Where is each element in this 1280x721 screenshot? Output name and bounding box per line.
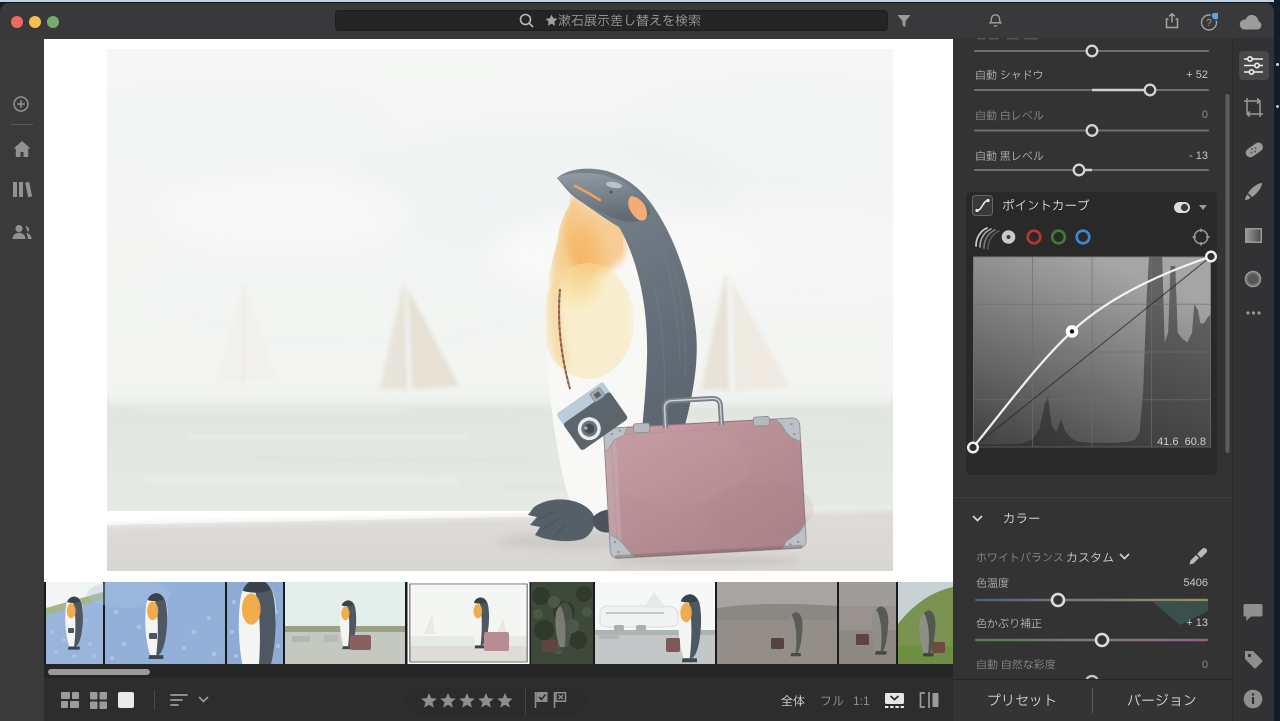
svg-text:41.6 60.8: 41.6 60.8 [1157, 436, 1206, 448]
svg-text:?: ? [1206, 18, 1212, 29]
